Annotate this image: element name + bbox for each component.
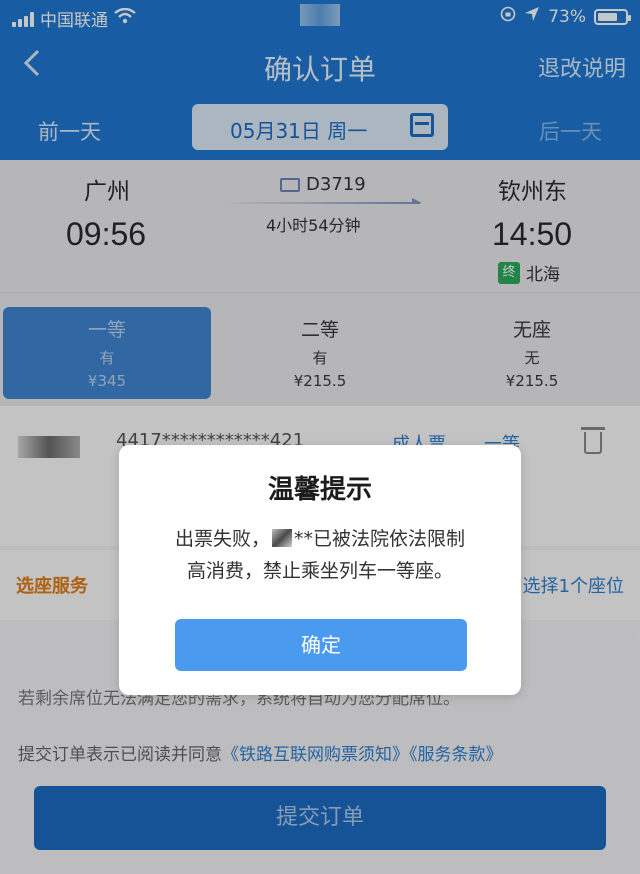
- dialog-message-part1: 出票失败，: [174, 528, 270, 550]
- modal-overlay: [0, 0, 640, 874]
- alert-dialog: 温馨提示 出票失败， **已被法院依法限制 高消费，禁止乘坐列车一等座。 确定: [119, 445, 521, 695]
- dialog-message-line2: 高消费，禁止乘坐列车一等座。: [186, 560, 453, 582]
- app-screen: 中国联通 73% 确认订单 退改说明 前一天 05月31日 周一 后一天 广州 …: [0, 0, 640, 874]
- dialog-message: 出票失败， **已被法院依法限制 高消费，禁止乘坐列车一等座。: [139, 523, 501, 587]
- redacted-name: [272, 529, 292, 547]
- confirm-button[interactable]: 确定: [175, 619, 467, 671]
- dialog-message-part2: **已被法院依法限制: [294, 528, 466, 550]
- dialog-title: 温馨提示: [267, 475, 372, 505]
